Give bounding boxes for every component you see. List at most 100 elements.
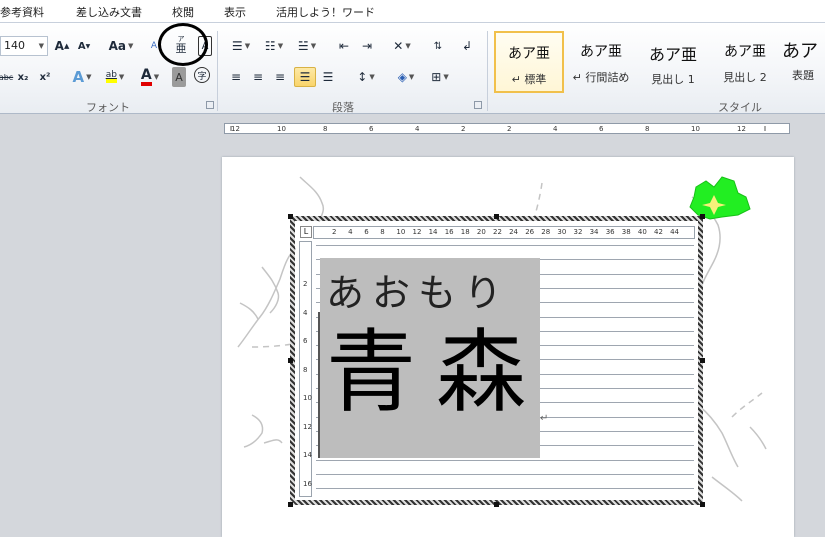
align-left-icon: ≡ [230, 70, 242, 84]
asian-layout-icon: ✕ [393, 39, 404, 53]
align-right-button[interactable]: ≡ [271, 67, 289, 87]
writing-line [316, 459, 694, 461]
tab-selector-icon[interactable]: L [300, 226, 312, 238]
strikethrough-button[interactable]: abc [0, 67, 14, 87]
change-case-label: Aa [108, 39, 126, 53]
ribbon: 140 ▼ A ▲ A ▼ Aa ▼ A ア 亜 A abc x₂ x² A ▼ ab ▼… [0, 22, 825, 114]
style-sample: あア亜 [508, 46, 550, 62]
style-title[interactable]: あア 表題 [782, 31, 825, 93]
change-case-button[interactable]: Aa ▼ [106, 36, 136, 56]
inner-vertical-ruler[interactable]: 2 4 6 8 10 12 14 16 [299, 241, 312, 497]
enclose-characters-button[interactable]: 字 [194, 67, 210, 83]
tab-view[interactable]: 表示 [224, 4, 246, 20]
align-left-button[interactable]: ≡ [227, 67, 245, 87]
style-name: ↵ 標準 [511, 73, 547, 86]
style-name: ↵ 行間詰め [572, 71, 630, 84]
justify-button[interactable]: ☰ [294, 67, 316, 87]
ruler-tick-label: 42 [654, 228, 663, 236]
ruler-tick-label: 8 [303, 365, 308, 374]
style-heading-2[interactable]: あア亜 見出し 2 [710, 31, 780, 93]
group-divider [487, 31, 488, 111]
ruler-tick-label: 16 [444, 228, 454, 236]
inner-horizontal-ruler[interactable]: 2 4 6 8 10 12 14 16 18 20 22 24 26 28 30 32 34 36 38 40 42 44 [313, 226, 695, 239]
paragraph-dialog-launcher-icon[interactable] [474, 101, 482, 109]
style-sample: あア亜 [580, 44, 622, 60]
resize-handle[interactable] [288, 214, 293, 219]
main-kanji-text[interactable]: 青森 [326, 328, 546, 418]
decrease-indent-button[interactable]: ⇤ [334, 36, 354, 56]
ruler-tick-label: 14 [303, 451, 312, 459]
ruler-tick-label: 18 [460, 228, 470, 236]
ruler-tick-label: 14 [428, 228, 438, 236]
ruler-tick-label: 10 [691, 125, 700, 133]
style-normal[interactable]: あア亜 ↵ 標準 [494, 31, 564, 93]
resize-handle[interactable] [700, 358, 705, 363]
shading-button[interactable]: ◈ ▼ [392, 67, 420, 87]
resize-handle[interactable] [700, 214, 705, 219]
resize-handle[interactable] [494, 214, 499, 219]
ruler-tick-label: 44 [670, 228, 680, 236]
bullets-button[interactable]: ☰ ▼ [227, 36, 255, 56]
font-size-value: 140 [4, 39, 25, 52]
font-dialog-launcher-icon[interactable] [206, 101, 214, 109]
enclose-characters-label: 字 [197, 71, 207, 82]
chevron-down-icon: ▼ [244, 42, 251, 50]
grow-font-button[interactable]: A ▲ [52, 36, 72, 56]
align-center-icon: ≡ [252, 70, 264, 84]
resize-handle[interactable] [288, 502, 293, 507]
ruby-reading-text[interactable]: あおもり [326, 262, 510, 317]
annotation-circle [158, 23, 208, 66]
text-direction-button[interactable]: ✕ ▼ [388, 36, 416, 56]
align-center-button[interactable]: ≡ [249, 67, 267, 87]
style-heading-1[interactable]: あア亜 見出し 1 [638, 31, 708, 93]
superscript-button[interactable]: x² [36, 67, 54, 87]
chevron-down-icon: ▼ [118, 73, 125, 81]
show-marks-button[interactable]: ↲ [458, 36, 476, 56]
tab-references[interactable]: 参考資料 [0, 4, 44, 20]
ruler-tick-label: 8 [323, 125, 328, 133]
horizontal-ruler[interactable]: 12 10 8 6 4 2 2 4 6 8 10 12 [224, 123, 790, 134]
char-shading-button[interactable]: A [172, 67, 186, 87]
chevron-down-icon: ▼ [86, 73, 92, 81]
highlight-color-button[interactable]: ab ▼ [100, 67, 130, 87]
font-color-button[interactable]: A ▼ [136, 67, 164, 87]
tab-word-tips[interactable]: 活用しよう！ワード [276, 4, 375, 20]
ruler-tick-label: 12 [737, 125, 746, 133]
ruler-tick-label: 8 [645, 125, 650, 133]
line-spacing-button[interactable]: ↕ ▼ [352, 67, 380, 87]
tab-review[interactable]: 校閲 [172, 4, 194, 20]
ruler-tick-label: 26 [525, 228, 535, 236]
styles-gallery: あア亜 ↵ 標準 あア亜 ↵ 行間詰め あア亜 見出し 1 あア亜 見出し 2 … [492, 31, 825, 93]
caret-up-icon: ▲ [63, 42, 70, 50]
ruler-tick-label: 4 [348, 228, 353, 236]
ruler-tick-label: 2 [507, 125, 512, 133]
text-effects-button[interactable]: A ▼ [68, 67, 96, 87]
ruler-tick-label: 6 [364, 228, 369, 236]
increase-indent-button[interactable]: ⇥ [357, 36, 377, 56]
sort-az-icon: ⇅ [433, 40, 443, 52]
ruler-tick-label: 30 [557, 228, 567, 236]
resize-handle[interactable] [288, 358, 293, 363]
decrease-indent-icon: ⇤ [338, 39, 350, 53]
writing-line [316, 473, 694, 475]
chevron-down-icon: ▼ [405, 42, 411, 50]
subscript-button[interactable]: x₂ [14, 67, 32, 87]
numbering-button[interactable]: ☷ ▼ [260, 36, 288, 56]
bullet-list-icon: ☰ [231, 39, 243, 53]
resize-handle[interactable] [700, 502, 705, 507]
distributed-button[interactable]: ☰ [319, 67, 337, 87]
sort-button[interactable]: ⇅ [427, 36, 449, 56]
paragraph-group-label: 段落 [332, 101, 354, 114]
superscript-label: x² [39, 71, 51, 83]
writing-line [316, 488, 694, 490]
font-size-combo[interactable]: 140 ▼ [0, 36, 48, 56]
multilevel-list-button[interactable]: ☱ ▼ [293, 36, 321, 56]
borders-icon: ⊞ [431, 70, 442, 84]
tab-mailings[interactable]: 差し込み文書 [76, 4, 142, 20]
borders-button[interactable]: ⊞ ▼ [426, 67, 454, 87]
strikethrough-label: abc [0, 72, 14, 82]
style-no-spacing[interactable]: あア亜 ↵ 行間詰め [566, 31, 636, 93]
resize-handle[interactable] [494, 502, 499, 507]
ruler-tick-label: 4 [553, 125, 558, 133]
shrink-font-button[interactable]: A ▼ [74, 36, 94, 56]
